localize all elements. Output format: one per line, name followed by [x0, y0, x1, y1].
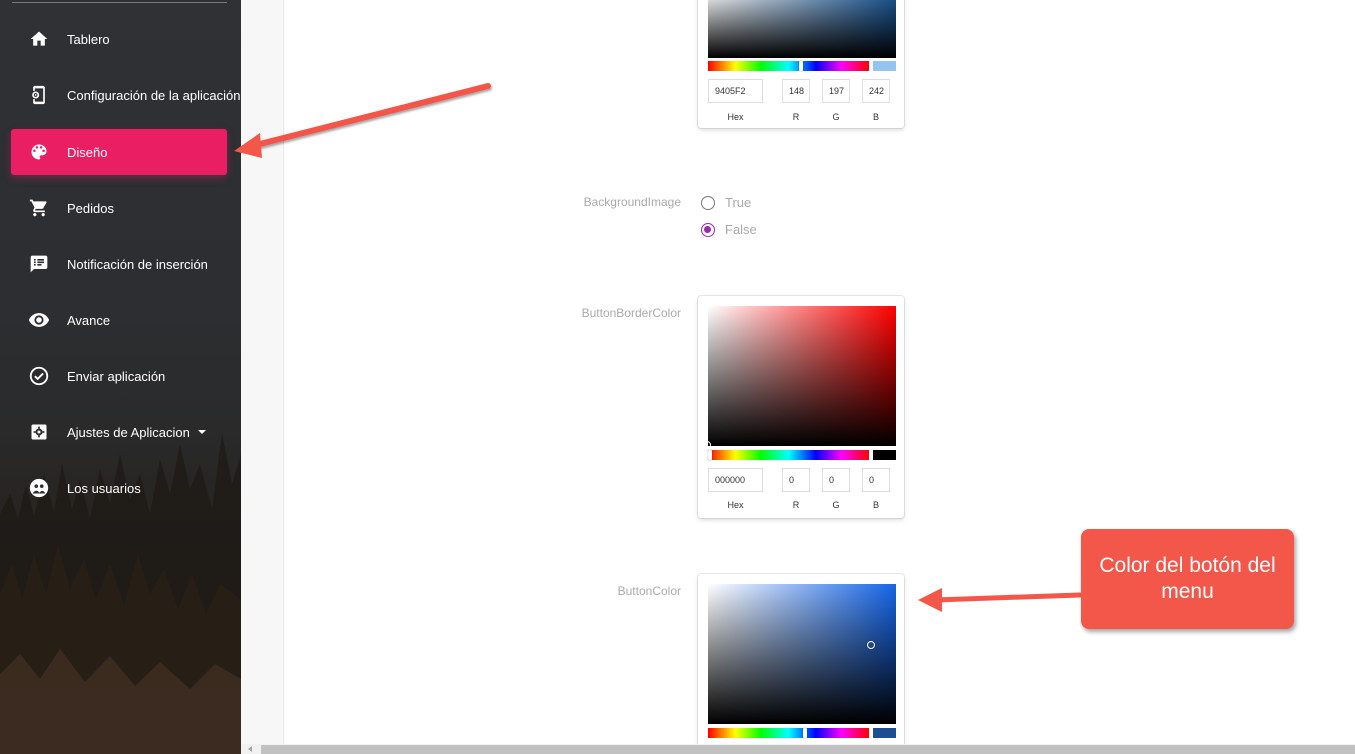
sidebar-divider	[12, 2, 227, 3]
saturation-area[interactable]	[708, 306, 896, 446]
check-circle-icon	[27, 364, 51, 388]
sidebar-item-label: Diseño	[67, 144, 108, 160]
callout-text: Color del botón del menu	[1099, 554, 1276, 603]
g-label: G	[832, 500, 840, 510]
hue-slider[interactable]	[708, 728, 869, 738]
hex-label: Hex	[727, 500, 744, 510]
hue-handle[interactable]	[708, 450, 712, 460]
sidebar-item-label: Notificación de inserción	[67, 256, 208, 272]
hue-slider[interactable]	[708, 450, 869, 460]
sidebar-item-label: Los usuarios	[67, 480, 141, 496]
sidebar-item-label: Avance	[67, 312, 111, 328]
palette-icon	[27, 140, 51, 164]
users-icon	[27, 476, 51, 500]
r-label: R	[792, 500, 800, 510]
horizontal-scrollbar[interactable]	[241, 744, 1355, 754]
sidebar-item-label: Ajustes de Aplicacion	[67, 424, 190, 440]
message-icon	[27, 252, 51, 276]
radio-button[interactable]	[701, 222, 715, 237]
hex-label: Hex	[727, 112, 744, 122]
scrollbar-thumb[interactable]	[261, 745, 1355, 754]
color-picker-top[interactable]: 9405F2 148 197 242 Hex R G B	[698, 0, 904, 128]
color-picker-button-border[interactable]: 000000 0 0 0 Hex R G B	[698, 296, 904, 518]
g-label: G	[832, 112, 840, 122]
saturation-area[interactable]	[708, 0, 896, 58]
saturation-cursor[interactable]	[867, 641, 875, 649]
sidebar-item-label: Enviar aplicación	[67, 368, 166, 384]
sidebar-item-configuracion[interactable]: Configuración de la aplicación	[11, 72, 240, 118]
saturation-area[interactable]	[708, 584, 896, 724]
hue-slider[interactable]	[708, 61, 869, 71]
sidebar-item-label: Configuración de la aplicación	[67, 87, 241, 103]
b-input[interactable]: 0	[862, 468, 890, 492]
annotation-callout: Color del botón del menu	[1081, 529, 1294, 629]
sidebar-item-diseno[interactable]: Diseño	[11, 129, 227, 175]
hex-input[interactable]: 000000	[708, 468, 763, 492]
radio-label: False	[725, 222, 757, 237]
chevron-down-icon	[197, 430, 206, 434]
sidebar: Tablero Configuración de la aplicación D…	[0, 0, 241, 754]
g-input[interactable]: 197	[822, 79, 850, 103]
radio-button[interactable]	[701, 195, 715, 210]
radio-true[interactable]: True	[701, 195, 751, 210]
cart-icon	[27, 196, 51, 220]
button-border-color-label: ButtonBorderColor	[581, 306, 681, 320]
color-swatch	[873, 728, 896, 738]
main-content: 9405F2 148 197 242 Hex R G B BackgroundI…	[241, 0, 1355, 754]
g-input[interactable]: 0	[822, 468, 850, 492]
color-swatch	[873, 61, 896, 71]
hex-input[interactable]: 9405F2	[708, 79, 763, 103]
b-label: B	[872, 500, 879, 510]
color-swatch	[873, 450, 896, 460]
b-input[interactable]: 242	[862, 79, 890, 103]
sidebar-item-notificacion[interactable]: Notificación de inserción	[11, 241, 227, 287]
r-input[interactable]: 0	[782, 468, 810, 492]
button-color-label: ButtonColor	[617, 584, 681, 598]
r-input[interactable]: 148	[782, 79, 810, 103]
sidebar-item-avance[interactable]: Avance	[11, 297, 227, 343]
saturation-cursor[interactable]	[703, 441, 711, 449]
hue-handle[interactable]	[803, 728, 807, 738]
scroll-left-icon[interactable]	[248, 746, 252, 752]
sidebar-item-usuarios[interactable]: Los usuarios	[11, 465, 227, 511]
gear-box-icon	[27, 420, 51, 444]
home-icon	[27, 27, 51, 51]
sidebar-item-ajustes[interactable]: Ajustes de Aplicacion	[11, 409, 227, 455]
b-label: B	[872, 112, 879, 122]
app-settings-icon	[27, 83, 51, 107]
design-panel: 9405F2 148 197 242 Hex R G B BackgroundI…	[283, 0, 1355, 746]
r-label: R	[792, 112, 800, 122]
sidebar-item-pedidos[interactable]: Pedidos	[11, 185, 227, 231]
sidebar-item-enviar[interactable]: Enviar aplicación	[11, 353, 227, 399]
radio-false[interactable]: False	[701, 222, 757, 237]
sidebar-item-tablero[interactable]: Tablero	[11, 16, 227, 62]
eye-icon	[27, 308, 51, 332]
radio-label: True	[725, 195, 752, 210]
sidebar-item-label: Tablero	[67, 31, 110, 47]
sidebar-item-label: Pedidos	[67, 200, 114, 216]
hue-handle[interactable]	[799, 61, 803, 71]
color-picker-button[interactable]	[698, 574, 904, 746]
background-image-label: BackgroundImage	[583, 195, 681, 209]
